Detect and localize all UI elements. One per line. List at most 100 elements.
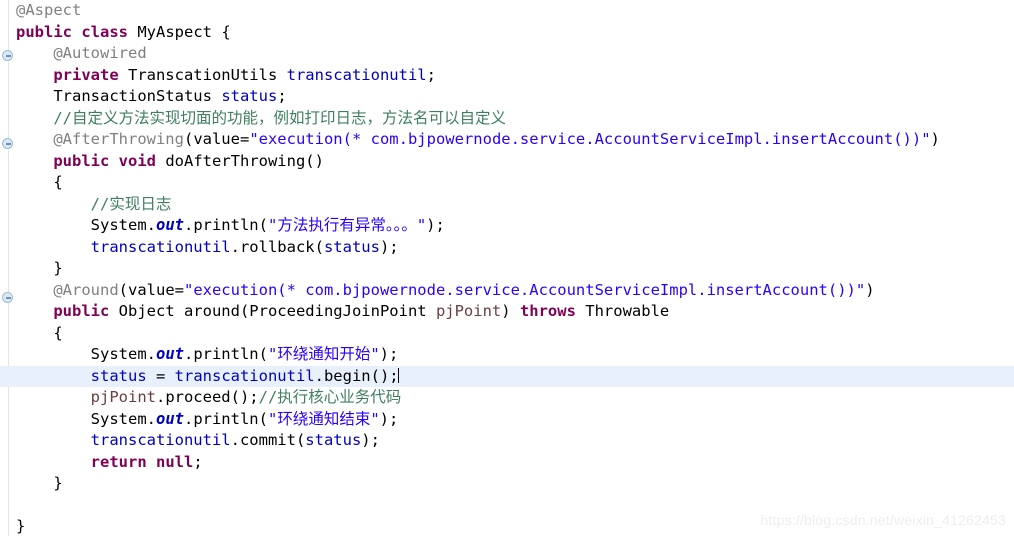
code-token-str: "execution(* com.bjpowernode.service.Acc…: [183, 280, 866, 299]
code-token-pln: ;: [277, 87, 287, 105]
code-token-pln: .println(: [183, 345, 268, 363]
code-token-pln: {: [16, 323, 63, 342]
code-token-kw: void: [118, 151, 166, 170]
code-token-kw: public: [16, 151, 119, 170]
code-token-pln: =: [146, 366, 175, 385]
code-token-pln: .println(: [183, 216, 268, 234]
code-token-pln: .rollback(: [230, 237, 324, 256]
code-token-fld: transcationutil: [174, 366, 315, 385]
code-token-str: "环绕通知结束": [267, 409, 380, 428]
code-token-pln: }: [16, 259, 63, 277]
code-token-pln: TransactionStatus: [16, 87, 222, 105]
code-token-pln: TranscationUtils: [127, 65, 287, 84]
code-line[interactable]: transcationutil.commit(status);: [0, 430, 1014, 452]
code-editor[interactable]: @Aspect public class MyAspect { @Autowire…: [0, 0, 1014, 536]
code-line[interactable]: {: [0, 172, 1014, 194]
code-token-cmt: //实现日志: [16, 194, 172, 213]
code-token-pln: MyAspect {: [137, 22, 231, 41]
code-token-fld: transcationutil: [90, 431, 231, 449]
code-line[interactable]: private TranscationUtils transcationutil…: [0, 65, 1014, 87]
code-token-ann: @Aspect: [16, 1, 82, 19]
code-token-str: "方法执行有异常。。。": [267, 216, 427, 234]
code-token-ann: @AfterThrowing: [16, 130, 184, 148]
code-token-pln: [16, 238, 91, 256]
code-token-fld: status: [90, 366, 147, 385]
code-token-pln: (value=: [183, 130, 250, 148]
code-token-pln: System.: [16, 216, 156, 234]
code-line[interactable]: System.out.println("环绕通知结束");: [0, 409, 1014, 431]
code-line[interactable]: @Autowired: [0, 43, 1014, 65]
code-token-pln: {: [16, 173, 63, 191]
code-token-kw: class: [81, 22, 138, 41]
code-token-cmt: //执行核心业务代码: [258, 388, 402, 406]
code-line[interactable]: //自定义方法实现切面的功能，例如打印日志，方法名可以自定义: [0, 108, 1014, 130]
code-line[interactable]: @Around(value="execution(* com.bjpowerno…: [0, 280, 1014, 302]
code-token-pln: .proceed();: [155, 388, 259, 406]
code-token-sfld: out: [155, 345, 184, 363]
code-line[interactable]: status = transcationutil.begin();: [0, 365, 1014, 387]
code-line[interactable]: System.out.println("环绕通知开始");: [0, 344, 1014, 366]
code-line[interactable]: transcationutil.rollback(status);: [0, 237, 1014, 259]
code-token-pln: ): [865, 280, 875, 299]
code-token-kw: return: [16, 452, 156, 471]
code-line[interactable]: @Aspect: [0, 0, 1014, 22]
code-line[interactable]: @AfterThrowing(value="execution(* com.bj…: [0, 129, 1014, 151]
code-token-kw: public: [16, 22, 82, 41]
code-token-pln: [16, 388, 91, 406]
code-token-pln: [16, 367, 91, 385]
code-area[interactable]: @Aspect public class MyAspect { @Autowire…: [0, 0, 1014, 536]
code-token-pln: );: [379, 345, 399, 363]
code-token-pln: System.: [16, 345, 156, 363]
code-token-pln: (value=: [118, 280, 184, 299]
code-token-fld: transcationutil: [90, 237, 231, 256]
code-line[interactable]: public Object around(ProceedingJoinPoint…: [0, 301, 1014, 323]
code-line[interactable]: //实现日志: [0, 194, 1014, 216]
code-token-pln: );: [379, 409, 399, 428]
code-token-pln: doAfterThrowing(): [165, 151, 324, 170]
code-line[interactable]: TransactionStatus status;: [0, 86, 1014, 108]
code-token-fld: status: [221, 87, 278, 105]
code-line[interactable]: public class MyAspect {: [0, 22, 1014, 44]
csdn-watermark: https://blog.csdn.net/weixin_41262453: [760, 512, 1006, 528]
code-token-pln: );: [361, 431, 380, 449]
code-token-cmt: //自定义方法实现切面的功能，例如打印日志，方法名可以自定义: [16, 108, 506, 127]
code-token-kw: private: [16, 65, 128, 84]
code-token-fld: transcationutil: [286, 65, 427, 84]
code-token-kw: public: [16, 302, 119, 320]
code-token-pln: .println(: [183, 409, 268, 428]
code-token-pln: ;: [426, 65, 436, 84]
code-line[interactable]: }: [0, 258, 1014, 280]
code-token-ann: @Around: [16, 280, 119, 299]
code-token-ann: @Autowired: [16, 44, 147, 62]
code-token-fld: status: [305, 431, 362, 449]
code-token-pln: }: [16, 517, 26, 535]
text-caret: [397, 367, 399, 383]
code-token-pln: );: [426, 216, 445, 234]
code-token-sfld: out: [155, 216, 184, 234]
code-token-pln: ): [501, 302, 520, 320]
code-line[interactable]: public void doAfterThrowing(): [0, 151, 1014, 173]
code-token-pln: Throwable: [585, 302, 670, 320]
code-token-pln: );: [379, 237, 399, 256]
code-line[interactable]: return null;: [0, 452, 1014, 474]
code-token-pln: [16, 431, 91, 449]
code-line[interactable]: System.out.println("方法执行有异常。。。");: [0, 215, 1014, 237]
code-token-param: pjPoint: [90, 388, 156, 406]
code-token-kw: null: [155, 452, 194, 471]
code-token-str: "环绕通知开始": [267, 345, 380, 363]
code-token-pln: }: [16, 474, 63, 492]
code-token-str: "execution(* com.bjpowernode.service.Acc…: [249, 130, 931, 148]
code-token-pln: System.: [16, 409, 156, 428]
code-token-param: pjPoint: [435, 302, 502, 320]
code-token-sfld: out: [155, 409, 184, 428]
code-token-kw: throws: [519, 302, 586, 320]
code-token-pln: .begin();: [314, 366, 399, 385]
code-line[interactable]: }: [0, 473, 1014, 495]
code-token-fld: status: [323, 237, 380, 256]
code-line[interactable]: pjPoint.proceed();//执行核心业务代码: [0, 387, 1014, 409]
code-token-pln: .commit(: [230, 431, 306, 449]
code-token-pln: Object around(ProceedingJoinPoint: [118, 302, 436, 320]
code-token-pln: ): [930, 130, 940, 148]
code-line[interactable]: {: [0, 323, 1014, 345]
code-token-pln: ;: [193, 452, 203, 471]
